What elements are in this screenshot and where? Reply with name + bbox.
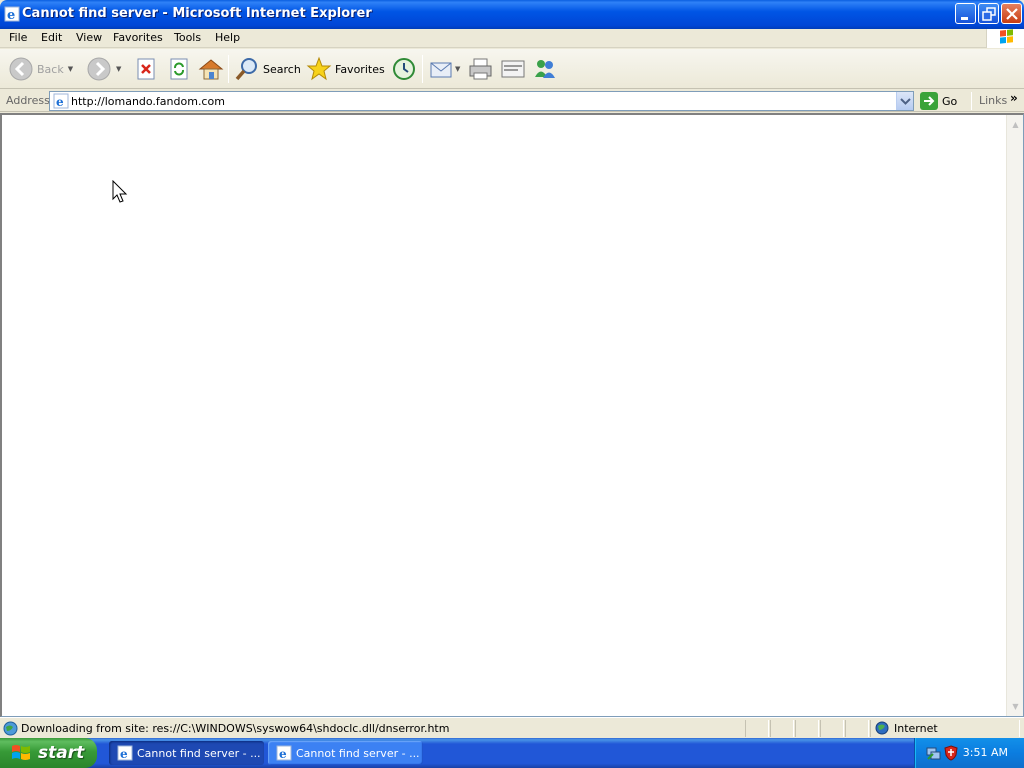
stop-icon — [137, 58, 155, 80]
go-arrow-icon — [920, 92, 938, 110]
menu-edit[interactable]: Edit — [41, 31, 62, 44]
scroll-up-icon[interactable]: ▲ — [1008, 117, 1023, 132]
address-field[interactable]: e — [49, 91, 914, 111]
forward-arrow-icon — [87, 57, 111, 81]
taskbar-button-label: Cannot find server - ... — [137, 746, 261, 760]
taskbar-button-ie-2[interactable]: e Cannot find server - ... — [268, 741, 423, 765]
status-pane — [820, 720, 844, 737]
chevron-right-icon[interactable]: » — [1010, 91, 1018, 105]
windows-flag-icon — [1000, 29, 1013, 44]
stop-button[interactable] — [135, 55, 157, 83]
status-text: Downloading from site: res://C:\WINDOWS\… — [21, 722, 450, 735]
favorites-star-icon — [306, 56, 332, 81]
internet-zone-globe-icon — [875, 721, 889, 735]
standard-toolbar: Back ▼ ▼ Search Favorites ▼ — [0, 49, 1024, 89]
edit-page-icon — [501, 60, 525, 78]
search-button[interactable]: Search — [234, 55, 301, 83]
print-button[interactable] — [468, 55, 494, 83]
print-icon — [469, 58, 492, 80]
back-arrow-icon — [9, 57, 33, 81]
home-button[interactable] — [198, 55, 224, 83]
status-pane — [845, 720, 869, 737]
ie-icon: e — [117, 745, 133, 761]
vertical-scrollbar[interactable]: ▲ ▼ — [1006, 115, 1023, 716]
messenger-icon — [535, 60, 555, 78]
menu-view[interactable]: View — [76, 31, 102, 44]
start-button[interactable]: start — [0, 738, 97, 768]
svg-text:e: e — [279, 747, 287, 761]
address-label: Address — [6, 94, 50, 107]
menu-favorites[interactable]: Favorites — [113, 31, 163, 44]
ie-icon: e — [4, 6, 20, 22]
taskbar-button-ie-1[interactable]: e Cannot find server - ... — [109, 741, 264, 765]
go-button[interactable]: Go — [920, 92, 957, 110]
close-icon — [1006, 8, 1018, 20]
minimize-button[interactable] — [955, 3, 976, 24]
messenger-button[interactable] — [532, 55, 558, 83]
title-bar[interactable]: e Cannot find server - Microsoft Interne… — [0, 0, 1024, 29]
address-bar: Address e Go Links » — [0, 90, 1024, 112]
mouse-pointer-icon — [112, 180, 128, 203]
status-bar: Downloading from site: res://C:\WINDOWS\… — [0, 717, 1024, 738]
search-icon — [235, 58, 257, 81]
back-button[interactable]: Back ▼ — [8, 55, 73, 83]
svg-text:e: e — [120, 747, 128, 761]
security-shield-icon[interactable] — [943, 745, 959, 761]
refresh-button[interactable] — [168, 55, 190, 83]
svg-text:e: e — [56, 95, 64, 109]
status-pane — [795, 720, 819, 737]
forward-button[interactable]: ▼ — [86, 55, 121, 83]
status-pane — [745, 720, 769, 737]
back-label: Back — [37, 62, 64, 76]
url-input[interactable] — [71, 94, 891, 109]
restore-button[interactable] — [978, 3, 999, 24]
security-zone[interactable]: Internet — [875, 721, 938, 735]
back-dropdown-icon[interactable]: ▼ — [68, 65, 73, 73]
taskbar: start e Cannot find server - ... e Canno… — [0, 738, 1024, 768]
menu-tools[interactable]: Tools — [174, 31, 201, 44]
mail-dropdown-icon[interactable]: ▼ — [455, 65, 460, 73]
network-icon[interactable] — [925, 745, 941, 761]
page-icon: e — [53, 93, 69, 109]
ie-icon: e — [276, 745, 292, 761]
windows-logo — [986, 29, 1024, 48]
history-button[interactable] — [391, 55, 417, 83]
menu-file[interactable]: File — [9, 31, 27, 44]
windows-flag-icon — [12, 745, 30, 760]
restore-icon — [982, 7, 996, 21]
toolbar-separator — [422, 55, 423, 83]
status-pane — [770, 720, 794, 737]
links-toolbar[interactable]: Links — [979, 94, 1007, 107]
system-tray: 3:51 AM — [914, 738, 1024, 768]
search-label: Search — [263, 62, 301, 76]
menu-help[interactable]: Help — [215, 31, 240, 44]
favorites-button[interactable]: Favorites — [306, 55, 385, 83]
minimize-icon — [961, 17, 968, 20]
page-content[interactable]: ▲ ▼ — [0, 113, 1024, 717]
links-separator — [971, 92, 972, 110]
toolbar-separator — [228, 55, 229, 83]
window-title: Cannot find server - Microsoft Internet … — [22, 6, 372, 21]
zone-label: Internet — [894, 721, 938, 735]
scroll-down-icon[interactable]: ▼ — [1008, 699, 1023, 714]
loading-globe-icon — [3, 721, 18, 736]
go-label: Go — [942, 94, 958, 108]
history-icon — [393, 58, 415, 80]
start-label: start — [38, 743, 85, 763]
clock[interactable]: 3:51 AM — [963, 746, 1008, 759]
forward-dropdown-icon[interactable]: ▼ — [116, 65, 121, 73]
favorites-label: Favorites — [335, 62, 385, 76]
close-button[interactable] — [1001, 3, 1022, 24]
chevron-down-icon — [900, 98, 911, 105]
mail-icon — [430, 62, 452, 78]
menu-bar: File Edit View Favorites Tools Help — [0, 29, 1024, 48]
mail-button[interactable]: ▼ — [429, 55, 460, 83]
edit-button[interactable] — [500, 55, 526, 83]
address-dropdown-button[interactable] — [896, 92, 913, 110]
home-icon — [198, 59, 224, 80]
taskbar-button-label: Cannot find server - ... — [296, 746, 420, 760]
svg-text:e: e — [7, 8, 15, 22]
refresh-icon — [170, 58, 188, 80]
